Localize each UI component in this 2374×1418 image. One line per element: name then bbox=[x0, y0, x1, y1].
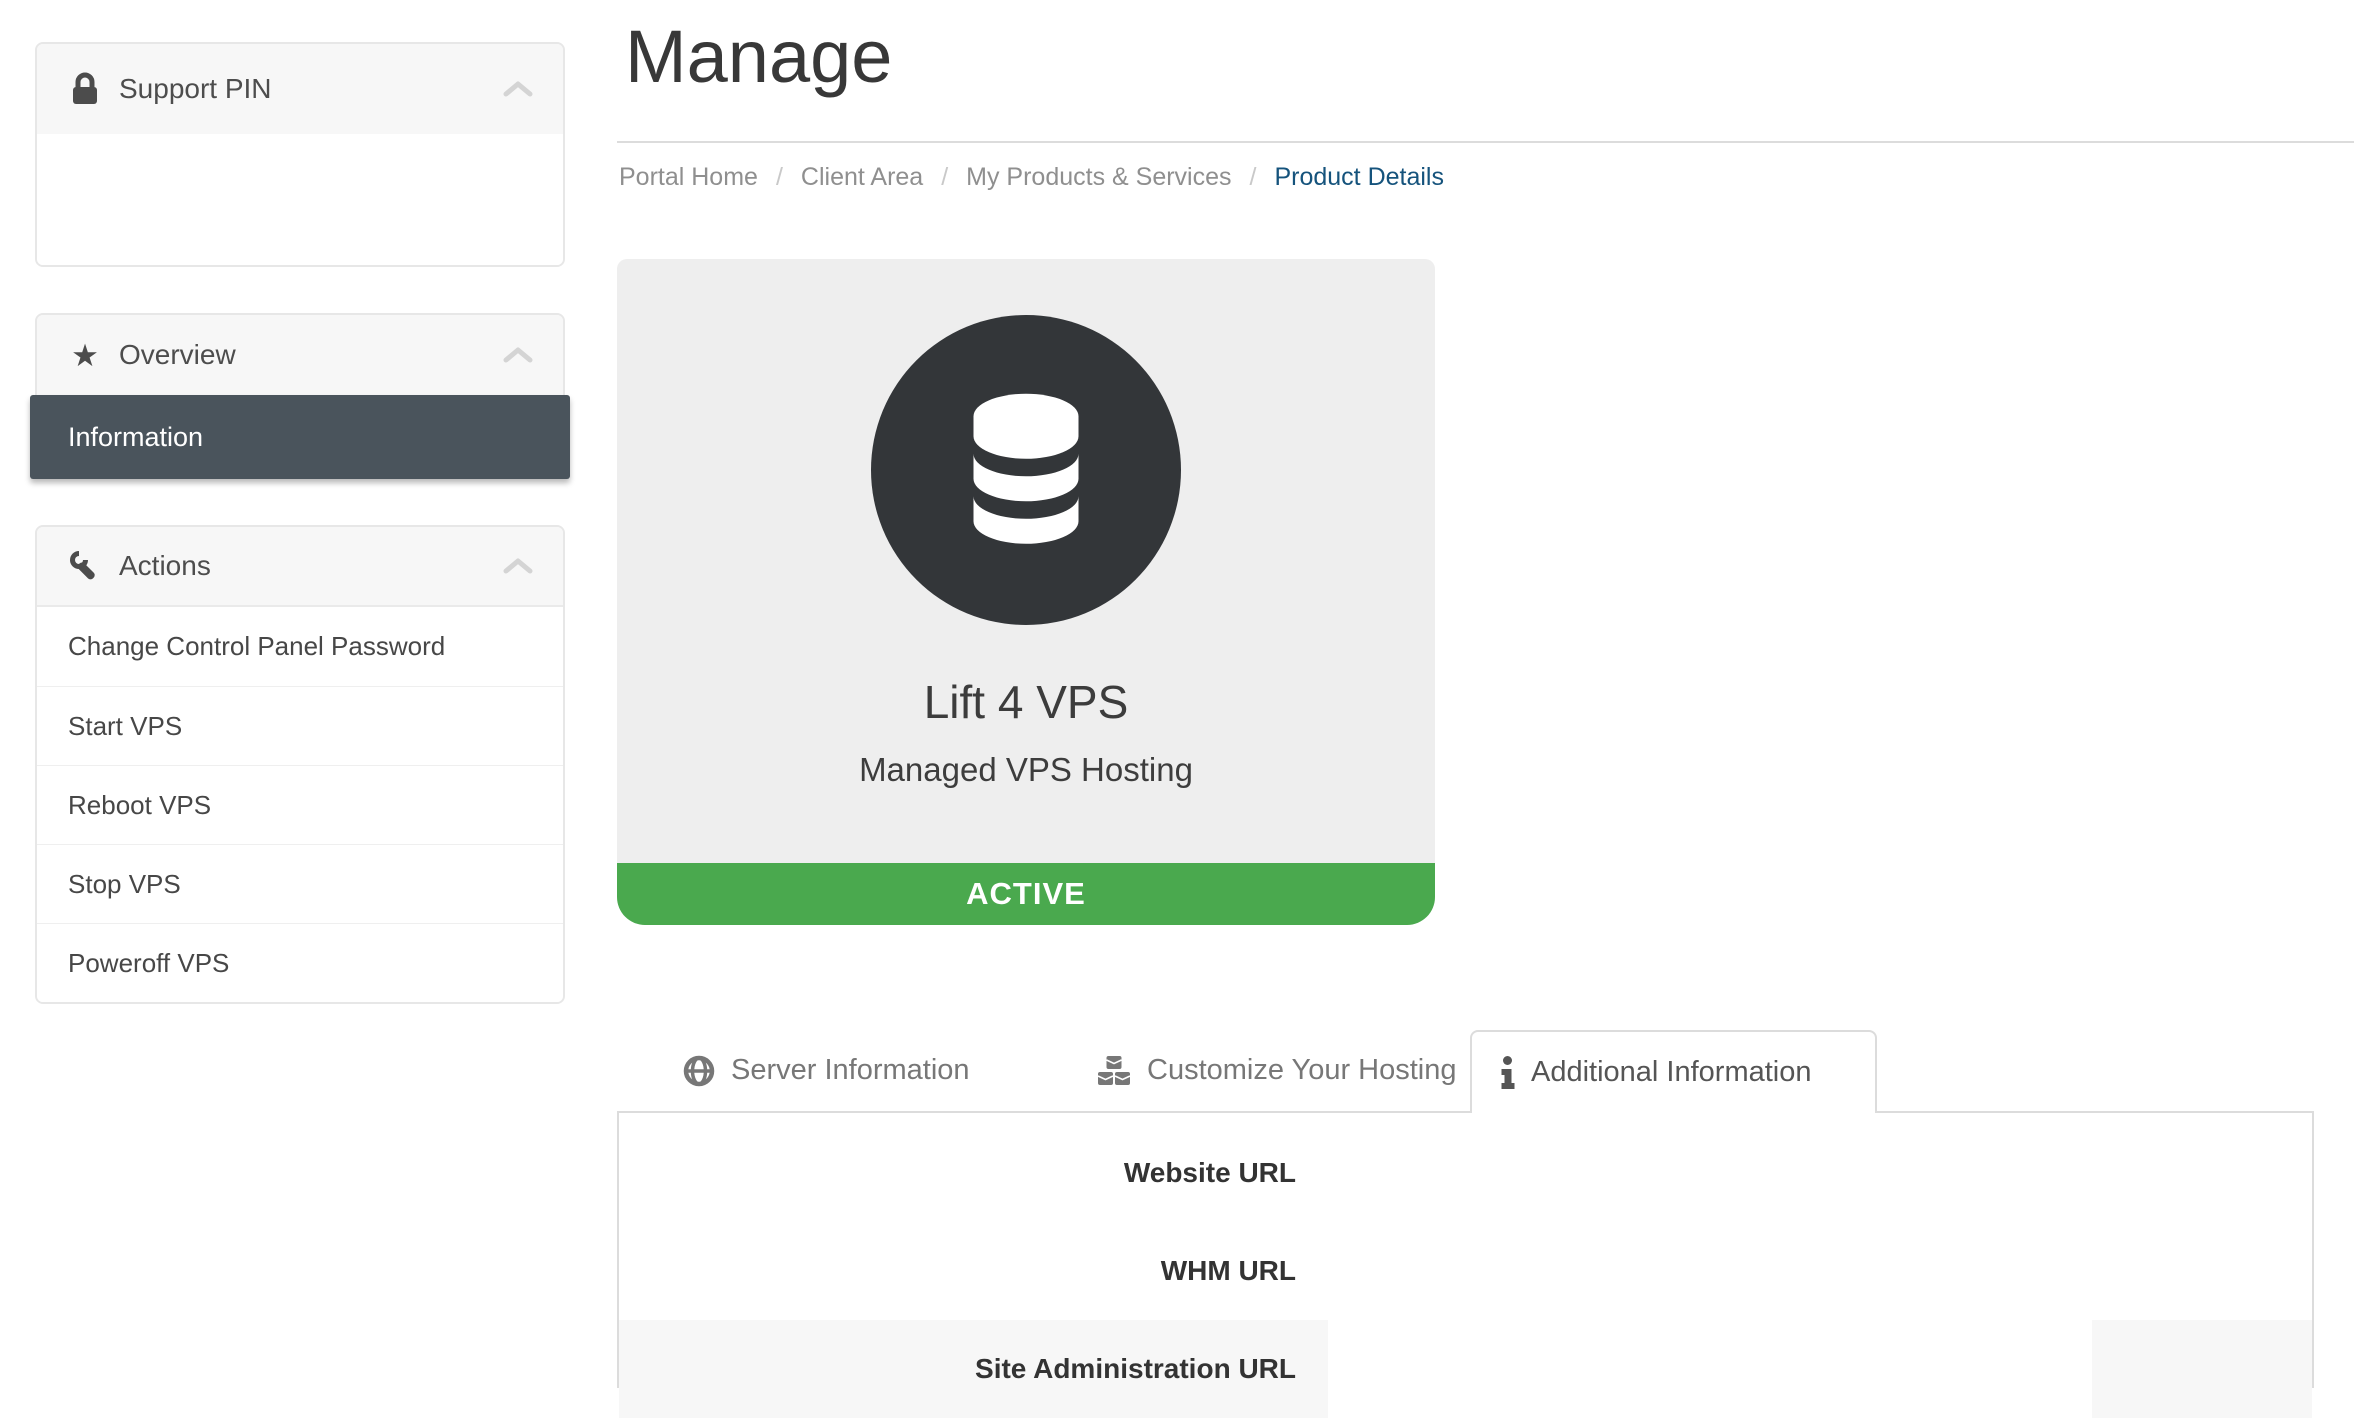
whm-url-value bbox=[1328, 1222, 2312, 1320]
whm-url-label: WHM URL bbox=[619, 1222, 1328, 1320]
support-pin-title: Support PIN bbox=[119, 73, 272, 105]
table-row-whm-url: WHM URL bbox=[619, 1222, 2312, 1320]
lock-icon bbox=[67, 72, 103, 106]
breadcrumb-my-products-services[interactable]: My Products & Services bbox=[966, 163, 1231, 192]
star-icon: ★ bbox=[67, 340, 103, 371]
tab-additional-information[interactable]: Additional Information bbox=[1470, 1030, 1877, 1113]
title-divider bbox=[617, 141, 2354, 143]
wrench-icon bbox=[67, 550, 103, 582]
main-content: Manage Portal Home / Client Area / My Pr… bbox=[617, 0, 2354, 1388]
action-start-vps[interactable]: Start VPS bbox=[37, 686, 563, 765]
chevron-up-icon bbox=[503, 346, 533, 364]
breadcrumb-separator: / bbox=[776, 163, 783, 192]
sidebar: Support PIN ★ Overview Information bbox=[35, 42, 565, 1050]
overview-panel: ★ Overview Information bbox=[35, 313, 565, 479]
product-card-body: Lift 4 VPS Managed VPS Hosting bbox=[617, 259, 1435, 863]
tab-customize-your-hosting[interactable]: Customize Your Hosting bbox=[1069, 1030, 1485, 1111]
action-poweroff-vps[interactable]: Poweroff VPS bbox=[37, 923, 563, 1002]
site-administration-url-label: Site Administration URL bbox=[619, 1320, 1328, 1418]
overview-header[interactable]: ★ Overview bbox=[37, 315, 563, 395]
chevron-up-icon bbox=[503, 557, 533, 575]
tab-bar: Server Information Customize Your Hostin… bbox=[617, 1030, 2354, 1113]
support-pin-panel: Support PIN bbox=[35, 42, 565, 267]
table-row-website-url: Website URL bbox=[619, 1124, 2312, 1222]
action-stop-vps[interactable]: Stop VPS bbox=[37, 844, 563, 923]
breadcrumb-separator: / bbox=[941, 163, 948, 192]
product-icon-circle bbox=[871, 315, 1181, 625]
page-title: Manage bbox=[625, 14, 892, 99]
breadcrumb-client-area[interactable]: Client Area bbox=[801, 163, 923, 192]
cubes-icon bbox=[1097, 1055, 1131, 1087]
support-pin-header[interactable]: Support PIN bbox=[37, 44, 563, 134]
support-pin-body bbox=[37, 134, 563, 265]
tab-label: Server Information bbox=[731, 1054, 970, 1087]
breadcrumb: Portal Home / Client Area / My Products … bbox=[619, 163, 1444, 192]
tab-label: Customize Your Hosting bbox=[1147, 1054, 1457, 1087]
info-icon bbox=[1500, 1056, 1515, 1089]
value-placeholder bbox=[1328, 1320, 2092, 1418]
database-icon bbox=[951, 391, 1101, 549]
actions-title: Actions bbox=[119, 550, 211, 582]
status-label: ACTIVE bbox=[966, 876, 1086, 912]
product-group: Managed VPS Hosting bbox=[617, 751, 1435, 789]
actions-header[interactable]: Actions bbox=[37, 527, 563, 607]
tab-label: Additional Information bbox=[1531, 1056, 1812, 1089]
product-card: Lift 4 VPS Managed VPS Hosting ACTIVE bbox=[617, 259, 1435, 925]
status-badge: ACTIVE bbox=[617, 863, 1435, 925]
tab-server-information[interactable]: Server Information bbox=[655, 1030, 998, 1111]
sidebar-item-information[interactable]: Information bbox=[30, 395, 570, 479]
breadcrumb-separator: / bbox=[1250, 163, 1257, 192]
table-row-site-administration-url: Site Administration URL bbox=[619, 1320, 2312, 1418]
breadcrumb-product-details: Product Details bbox=[1274, 163, 1444, 192]
additional-information-panel: Website URL WHM URL Site Administration … bbox=[617, 1111, 2314, 1388]
overview-title: Overview bbox=[119, 339, 236, 371]
website-url-value bbox=[1328, 1124, 2312, 1222]
action-change-control-panel-password[interactable]: Change Control Panel Password bbox=[37, 607, 563, 686]
site-administration-url-value bbox=[1328, 1320, 2312, 1418]
breadcrumb-portal-home[interactable]: Portal Home bbox=[619, 163, 758, 192]
globe-icon bbox=[683, 1055, 715, 1087]
chevron-up-icon bbox=[503, 80, 533, 98]
website-url-label: Website URL bbox=[619, 1124, 1328, 1222]
action-reboot-vps[interactable]: Reboot VPS bbox=[37, 765, 563, 844]
sidebar-item-label: Information bbox=[68, 422, 203, 453]
product-name: Lift 4 VPS bbox=[617, 675, 1435, 729]
actions-panel: Actions Change Control Panel Password St… bbox=[35, 525, 565, 1004]
